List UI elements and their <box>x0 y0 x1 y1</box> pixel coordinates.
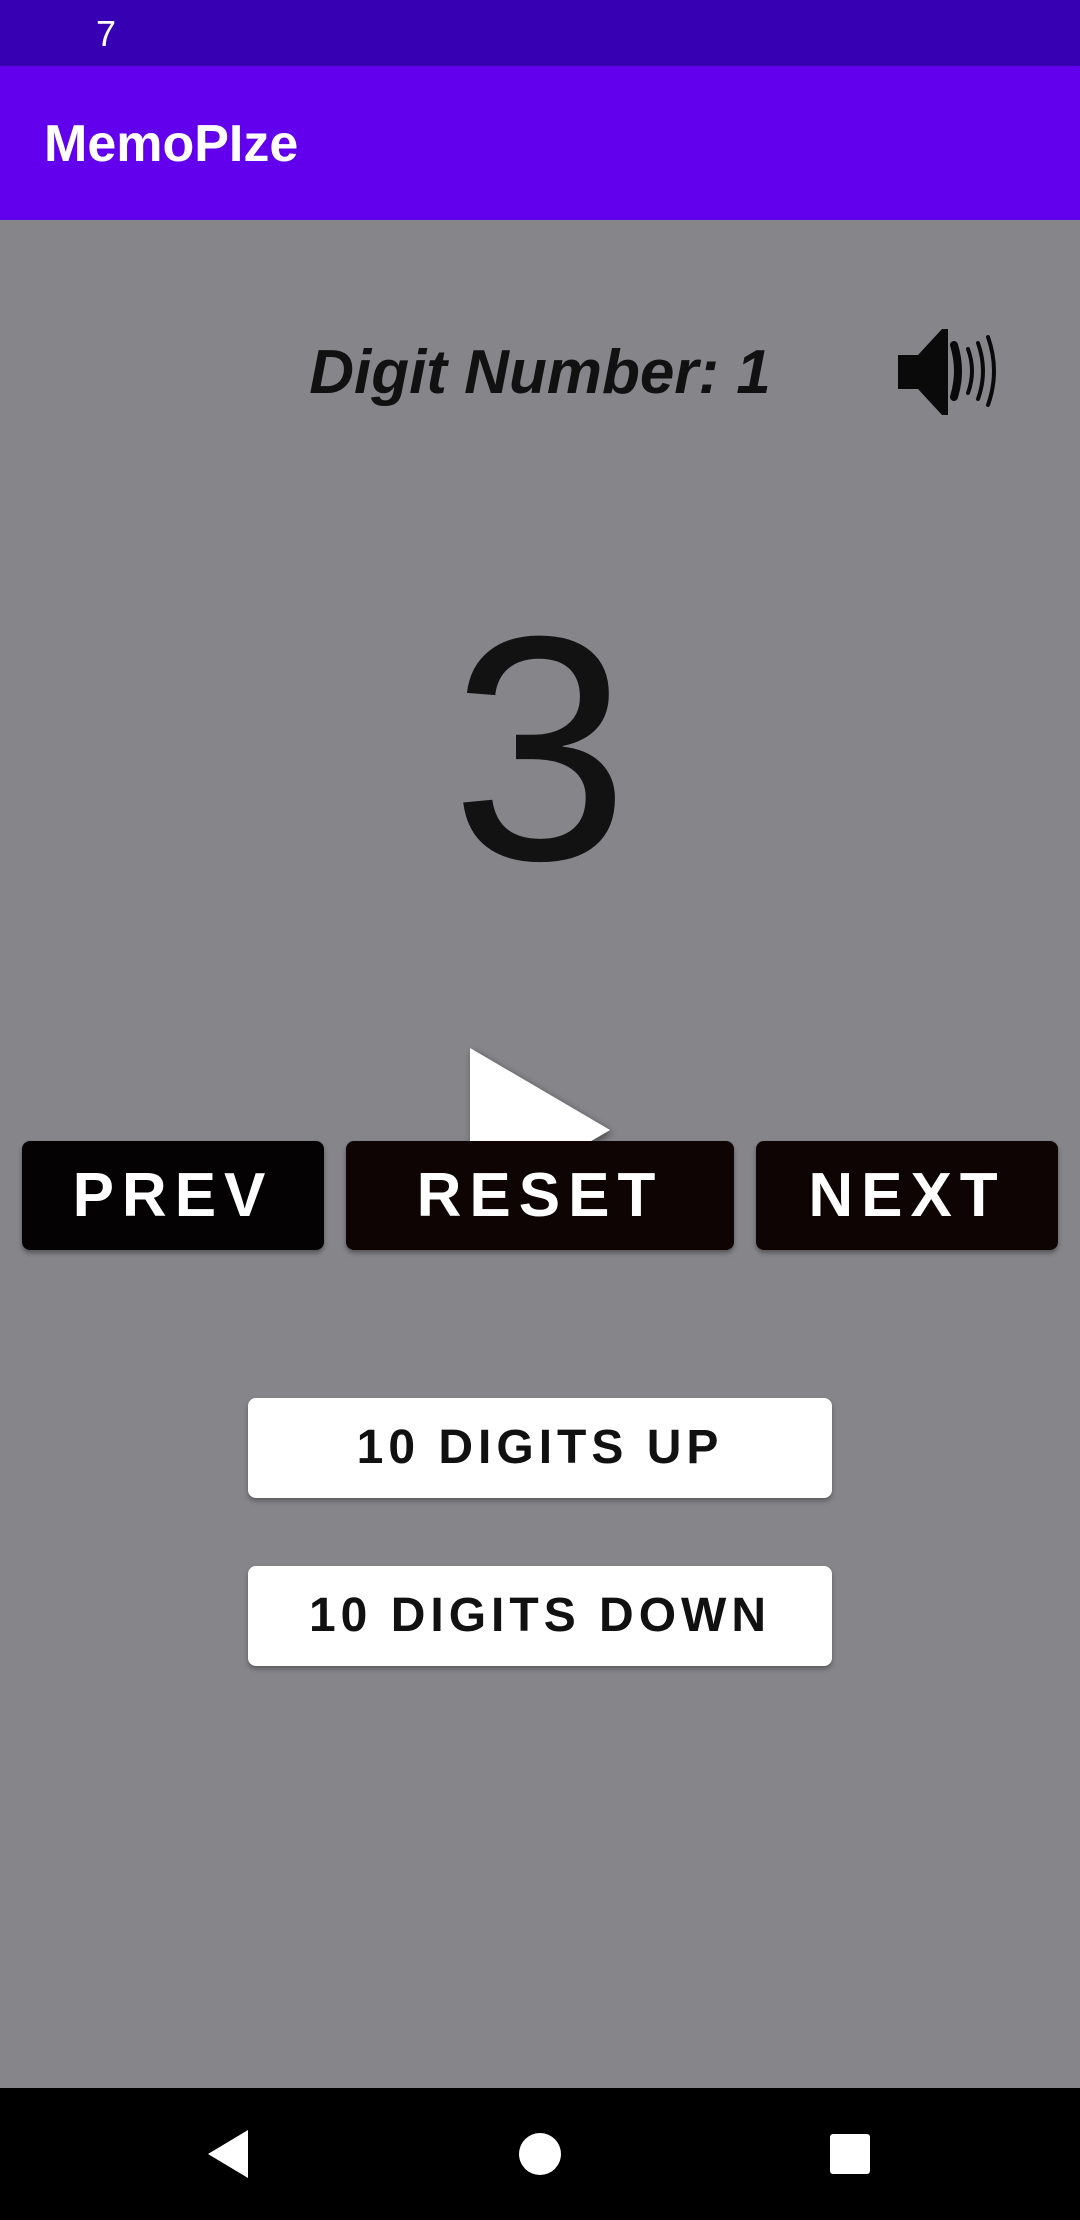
reset-button[interactable]: RESET <box>346 1141 734 1250</box>
back-triangle-icon[interactable] <box>202 2124 262 2184</box>
speaker-volume-icon-graphic <box>898 329 996 415</box>
digit-number-label: Digit Number: 1 <box>309 338 771 407</box>
current-digit-display: 3 <box>451 569 629 927</box>
home-icon-graphic <box>519 2133 561 2175</box>
ten-digits-up-button[interactable]: 10 DIGITS UP <box>248 1398 832 1498</box>
home-circle-icon[interactable] <box>510 2124 570 2184</box>
speaker-volume-icon[interactable] <box>892 315 1000 427</box>
next-button[interactable]: NEXT <box>756 1141 1058 1250</box>
app-title: MemoPIze <box>44 115 299 173</box>
prev-button[interactable]: PREV <box>22 1141 324 1250</box>
back-icon-graphic <box>208 2130 248 2178</box>
recents-square-icon[interactable] <box>820 2124 880 2184</box>
ten-digits-down-button[interactable]: 10 DIGITS DOWN <box>248 1566 832 1666</box>
system-navigation-bar <box>0 2088 1080 2220</box>
status-time: 7 <box>96 13 117 54</box>
app-bar: MemoPIze <box>0 66 1080 220</box>
recents-icon-graphic <box>830 2134 870 2174</box>
status-bar: 7 <box>0 0 1080 66</box>
